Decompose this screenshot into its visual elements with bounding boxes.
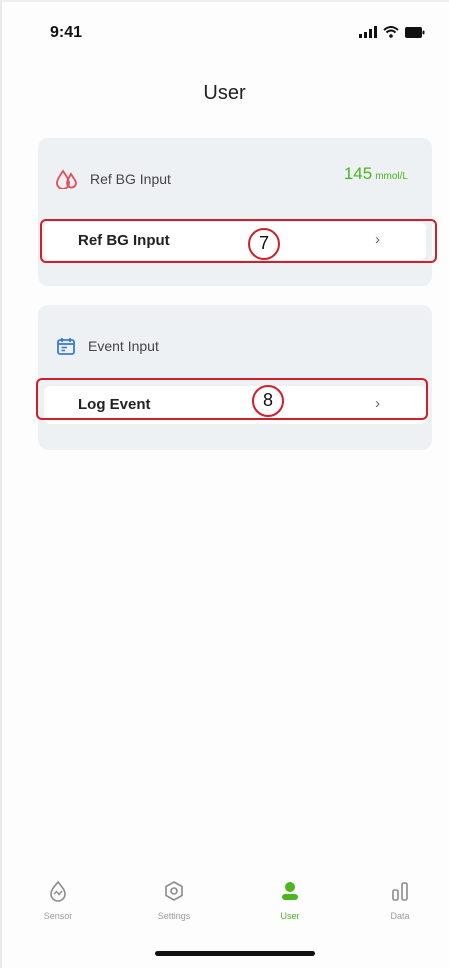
log-event-row[interactable]: Log Event › xyxy=(44,386,426,424)
bg-value-unit: mmol/L xyxy=(375,171,408,182)
home-indicator xyxy=(155,951,315,956)
chevron-right-icon: › xyxy=(375,395,380,412)
chevron-right-icon: › xyxy=(375,231,380,248)
event-header-label: Event Input xyxy=(88,338,159,354)
status-icons xyxy=(359,26,425,38)
ref-bg-input-row[interactable]: Ref BG Input › xyxy=(44,222,426,260)
tab-settings-label: Settings xyxy=(157,911,191,921)
signal-icon xyxy=(359,26,377,38)
tab-sensor[interactable]: Sensor xyxy=(23,880,93,921)
data-icon xyxy=(392,882,408,901)
bg-value: 145 mmol/L xyxy=(344,164,408,184)
settings-icon xyxy=(165,881,183,901)
annotation-marker-8: 8 xyxy=(252,385,284,417)
event-card: Event Input Log Event › xyxy=(38,305,432,450)
tab-settings[interactable]: Settings xyxy=(139,880,209,921)
ref-bg-input-label: Ref BG Input xyxy=(78,232,170,249)
page-title: User xyxy=(203,82,246,104)
ref-bg-card: Ref BG Input 145 mmol/L Ref BG Input › xyxy=(38,138,432,286)
battery-icon xyxy=(405,26,425,38)
blood-drop-icon xyxy=(56,169,77,189)
event-header: Event Input xyxy=(56,335,159,357)
status-bar: 9:41 xyxy=(0,0,449,60)
user-icon xyxy=(282,882,298,900)
tab-bar: Sensor Settings User Data xyxy=(0,880,449,940)
log-event-label: Log Event xyxy=(78,396,151,413)
tab-user-label: User xyxy=(280,911,300,921)
annotation-marker-7: 7 xyxy=(248,228,280,260)
tab-sensor-label: Sensor xyxy=(43,911,73,921)
calendar-icon xyxy=(57,338,75,355)
tab-data-label: Data xyxy=(390,911,410,921)
bg-value-number: 145 xyxy=(343,164,373,183)
tab-data[interactable]: Data xyxy=(365,880,435,921)
wifi-icon xyxy=(383,26,399,38)
sensor-icon xyxy=(50,880,66,902)
ref-bg-header: Ref BG Input xyxy=(56,168,171,190)
status-time: 9:41 xyxy=(50,24,83,41)
ref-bg-header-label: Ref BG Input xyxy=(90,171,171,187)
tab-user[interactable]: User xyxy=(255,880,325,921)
